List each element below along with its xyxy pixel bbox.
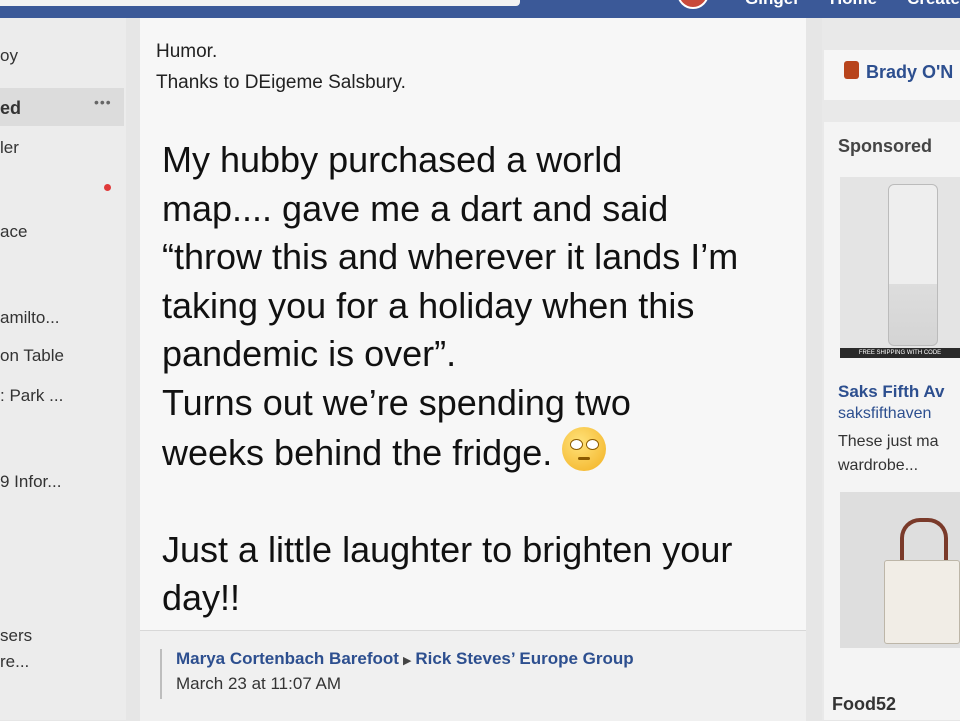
ad-domain[interactable]: saksfifthaven	[838, 405, 931, 423]
ad-description: These just ma wardrobe...	[838, 430, 960, 478]
post-header-line: Thanks to DEigeme Salsbury.	[156, 72, 406, 93]
ad-title[interactable]: Food52	[832, 694, 896, 715]
search-bar-edge[interactable]	[0, 0, 520, 6]
right-triangle-icon: ▶	[402, 655, 412, 667]
post-text-line: day!!	[162, 577, 241, 618]
post-text-line-with-emoji: weeks behind the fridge.	[162, 427, 802, 478]
bottle-shape	[888, 184, 938, 346]
post-text-line: pandemic is over”.	[162, 333, 457, 374]
post-text-line: Just a little laughter to brighten your	[162, 528, 733, 570]
post-timestamp[interactable]: March 23 at 11:07 AM	[176, 674, 341, 694]
sponsored-section: Sponsored FREE SHIPPING WITH CODE Saks F…	[824, 122, 960, 720]
sidebar-item[interactable]: amilto...	[0, 308, 60, 328]
group-link[interactable]: Rick Steves’ Europe Group	[415, 649, 633, 668]
author-link[interactable]: Marya Cortenbach Barefoot	[176, 649, 399, 668]
ad-title[interactable]: Saks Fifth Av	[838, 382, 944, 402]
post-text-line: weeks behind the fridge.	[162, 432, 553, 473]
sidebar-item[interactable]: : Park ...	[0, 386, 63, 406]
post-text-line: My hubby purchased a world	[162, 139, 623, 180]
tote-bag-shape	[884, 560, 960, 644]
more-options-icon[interactable]: •••	[94, 94, 112, 110]
top-navigation-bar: Ginger Home Create	[0, 0, 960, 18]
sidebar-item[interactable]: oy	[0, 46, 18, 66]
feed-post: Humor. Thanks to DEigeme Salsbury. My hu…	[140, 18, 806, 721]
sidebar-item[interactable]: on Table	[0, 346, 64, 366]
post-text: My hubby purchased a world map.... gave …	[162, 136, 802, 623]
right-column: Brady O'N Sponsored FREE SHIPPING WITH C…	[822, 18, 960, 720]
sidebar-item-active[interactable]: ed	[0, 98, 21, 119]
post-text-line: “throw this and wherever it lands I’m	[162, 236, 739, 277]
left-sidebar: oy ed ••• ler ace amilto... on Table : P…	[0, 18, 126, 720]
sidebar-item[interactable]: sers	[0, 626, 32, 646]
post-text-line: Turns out we’re spending two	[162, 381, 631, 423]
ad-description-line: wardrobe...	[838, 457, 919, 474]
post-header: Humor. Thanks to DEigeme Salsbury.	[156, 36, 406, 98]
top-nav: Ginger Home Create	[677, 0, 960, 9]
sidebar-item[interactable]: re...	[0, 652, 29, 672]
post-text-line: map.... gave me a dart and said	[162, 187, 669, 229]
sidebar-item[interactable]: ler	[0, 138, 19, 158]
post-header-line: Humor.	[156, 41, 218, 62]
sidebar-item[interactable]: 9 Infor...	[0, 472, 61, 492]
contact-card[interactable]: Brady O'N	[824, 50, 960, 100]
ad-image-strip: FREE SHIPPING WITH CODE	[840, 348, 960, 358]
nav-home[interactable]: Home	[830, 0, 877, 9]
rolling-eyes-emoji-icon	[562, 427, 607, 471]
page-icon	[844, 61, 859, 79]
sidebar-item[interactable]: ace	[0, 222, 27, 242]
contact-name[interactable]: Brady O'N	[866, 62, 953, 83]
post-text-line: taking you for a holiday when this	[162, 284, 695, 326]
attribution-names: Marya Cortenbach Barefoot ▶ Rick Steves’ E…	[176, 649, 634, 669]
nav-profile-name[interactable]: Ginger	[715, 0, 800, 9]
sponsored-label: Sponsored	[838, 136, 933, 156]
attribution-divider	[160, 649, 162, 699]
notification-dot-icon	[104, 184, 111, 191]
nav-create[interactable]: Create	[907, 0, 960, 9]
ad-description-line: These just ma	[838, 433, 939, 450]
shared-post-attribution: Marya Cortenbach Barefoot ▶ Rick Steves’ E…	[140, 630, 806, 721]
profile-avatar[interactable]	[677, 0, 710, 9]
